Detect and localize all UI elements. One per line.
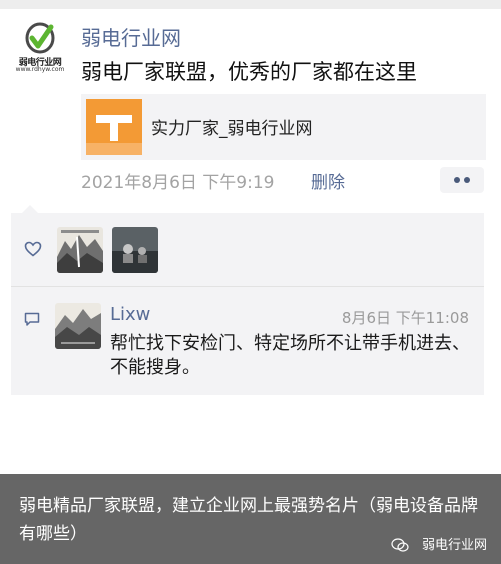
- commenter-avatar[interactable]: [55, 303, 101, 349]
- comment-timestamp: 8月6日 下午11:08: [341, 309, 469, 327]
- link-thumbnail: [86, 99, 142, 155]
- more-dot-icon: [464, 177, 470, 183]
- caption-overlay: 弱电精品厂家联盟，建立企业网上最强势名片（弱电设备品牌有哪些） 弱电行业网: [0, 474, 501, 564]
- link-card[interactable]: 实力厂家_弱电行业网: [81, 94, 486, 160]
- caption-text: 弱电精品厂家联盟，建立企业网上最强势名片（弱电设备品牌有哪些）: [19, 496, 478, 544]
- checkmark-logo-icon: [25, 22, 55, 54]
- comment-icon: [24, 312, 40, 326]
- author-avatar[interactable]: 弱电行业网 www.rdhyw.com: [11, 21, 69, 75]
- likes-divider: [11, 286, 484, 287]
- post-text: 弱电厂家联盟，优秀的厂家都在这里: [81, 60, 417, 84]
- liker-avatar[interactable]: [112, 227, 158, 273]
- heart-icon: [24, 241, 42, 257]
- post-author-name[interactable]: 弱电行业网: [81, 22, 181, 51]
- more-options-button[interactable]: [440, 167, 484, 193]
- comment-text[interactable]: 帮忙找下安检门、特定场所不让带手机进去、不能搜身。: [110, 332, 470, 380]
- watermark-source: 弱电行业网: [421, 538, 487, 553]
- post-timestamp: 2021年8月6日 下午9:19: [81, 173, 275, 193]
- avatar-logo-url: www.rdhyw.com: [15, 66, 65, 73]
- photo-avatar-icon: [112, 227, 158, 273]
- top-bar: [0, 0, 501, 9]
- wechat-icon: [391, 538, 409, 552]
- landscape-painting-avatar-icon: [55, 303, 101, 349]
- delete-button[interactable]: 删除: [311, 168, 345, 193]
- commenter-name[interactable]: Lixw: [110, 304, 150, 325]
- landscape-painting-avatar-icon: [57, 227, 103, 273]
- t-logo-icon: [86, 115, 142, 155]
- link-card-title: 实力厂家_弱电行业网: [151, 119, 313, 139]
- more-dot-icon: [454, 177, 460, 183]
- liker-avatar[interactable]: [57, 227, 103, 273]
- panel-caret: [22, 205, 38, 213]
